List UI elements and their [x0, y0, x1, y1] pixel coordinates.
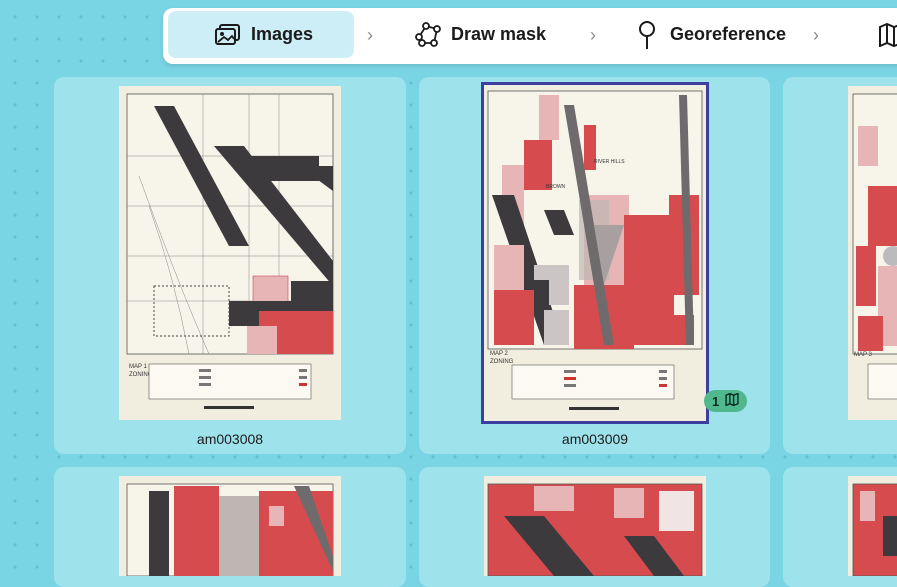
- svg-text:MAP 1: MAP 1: [129, 364, 148, 370]
- step-georeference[interactable]: Georeference: [632, 11, 786, 58]
- chevron-right-icon: ›: [813, 25, 819, 45]
- svg-text:MAP 2: MAP 2: [490, 351, 509, 357]
- map-thumbnail[interactable]: [484, 476, 706, 576]
- chevron-right-icon: ›: [367, 25, 373, 45]
- step-map[interactable]: [876, 11, 897, 58]
- map-icon: [725, 392, 739, 409]
- svg-text:MAP 3: MAP 3: [854, 352, 873, 358]
- images-icon: [213, 20, 243, 50]
- step-images-label: Images: [251, 24, 314, 44]
- map-thumbnail[interactable]: [848, 476, 897, 576]
- image-name: am003008: [196, 431, 264, 447]
- chevron-right-icon: ›: [590, 25, 596, 45]
- georeference-count-badge[interactable]: 1: [704, 390, 748, 412]
- step-georeference-label: Georeference: [670, 24, 787, 44]
- badge-count: 1: [712, 393, 720, 409]
- map-thumbnail[interactable]: [119, 476, 341, 576]
- svg-text:RIVER HILLS: RIVER HILLS: [594, 159, 625, 165]
- step-draw-mask-label: Draw mask: [451, 24, 547, 44]
- svg-text:BROWN: BROWN: [546, 184, 566, 190]
- step-images[interactable]: Images: [168, 11, 354, 58]
- step-draw-mask[interactable]: Draw mask: [413, 11, 546, 58]
- polygon-icon: [413, 20, 443, 50]
- map-thumbnail-selected[interactable]: RIVER HILLS BROWN MAP 2 ZONING: [481, 82, 709, 424]
- svg-text:ZONING: ZONING: [490, 359, 514, 365]
- map-icon: [876, 20, 897, 50]
- map-thumbnail[interactable]: MAP 3: [848, 86, 897, 420]
- map-thumbnail[interactable]: MAP 1 ZONING: [119, 86, 341, 420]
- pin-icon: [632, 20, 662, 50]
- image-name: am003009: [561, 431, 629, 447]
- workflow-stepper: Images › Draw mask › Georeference ›: [163, 8, 897, 64]
